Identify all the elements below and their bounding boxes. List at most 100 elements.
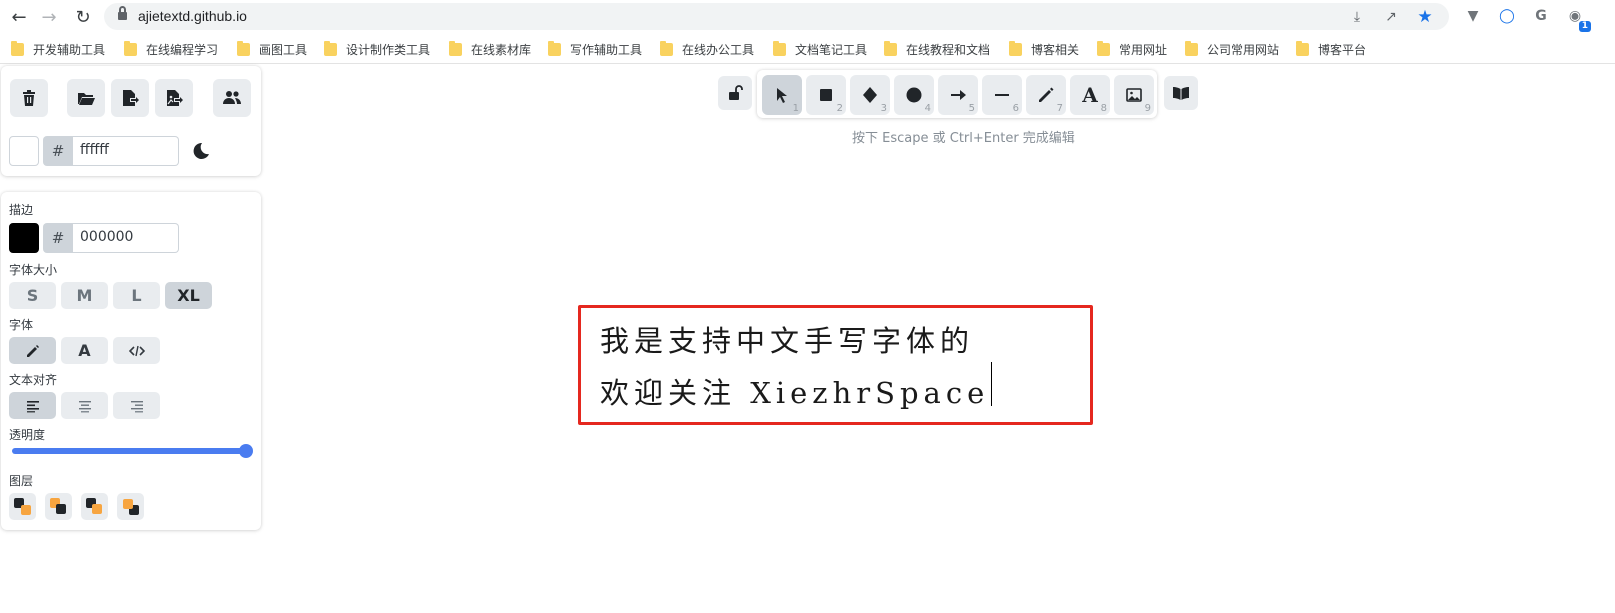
opacity-slider-track[interactable]: [12, 448, 246, 454]
bookmark-folder[interactable]: 在线办公工具: [660, 39, 754, 59]
background-hash-label: #: [43, 136, 73, 166]
text-tool[interactable]: A 8: [1070, 75, 1110, 115]
selection-tool[interactable]: 1: [762, 75, 802, 115]
editing-hint: 按下 Escape 或 Ctrl+Enter 完成编辑: [852, 131, 1075, 146]
ellipse-icon: [906, 87, 922, 103]
extension-e-icon[interactable]: ◯: [1497, 6, 1517, 26]
font-normal-button[interactable]: A: [61, 337, 108, 364]
code-icon: [128, 345, 145, 356]
bookmark-folder[interactable]: 在线编程学习: [124, 39, 218, 59]
text-align-label: 文本对齐: [9, 373, 58, 387]
align-left-button[interactable]: [9, 392, 56, 419]
bookmark-folder[interactable]: 博客相关: [1009, 39, 1079, 59]
bookmark-star-icon[interactable]: ★: [1415, 7, 1435, 27]
align-center-button[interactable]: [61, 392, 108, 419]
bookmarks-bar: 开发辅助工具 在线编程学习 画图工具 设计制作类工具 在线素材库 写作辅助工具 …: [0, 34, 1615, 64]
bring-to-front-button[interactable]: [117, 493, 144, 520]
url-text: ajietextd.github.io: [138, 8, 247, 24]
lock-tool-button[interactable]: [718, 76, 752, 110]
save-file-button[interactable]: [111, 79, 149, 117]
font-size-l-button[interactable]: L: [113, 282, 160, 309]
line-tool[interactable]: 6: [982, 75, 1022, 115]
trash-icon: [23, 90, 35, 106]
font-code-button[interactable]: [113, 337, 160, 364]
font-size-xl-button[interactable]: XL: [165, 282, 212, 309]
open-file-button[interactable]: [67, 79, 105, 117]
bookmark-folder[interactable]: 写作辅助工具: [548, 39, 642, 59]
address-bar[interactable]: ajietextd.github.io ⤓ ↗ ★: [104, 3, 1449, 30]
pencil-icon: [1039, 87, 1054, 102]
bookmark-folder[interactable]: 开发辅助工具: [11, 39, 105, 59]
folder-icon: [324, 40, 337, 56]
bookmark-folder[interactable]: 在线素材库: [449, 39, 531, 59]
reload-icon[interactable]: ↻: [71, 5, 95, 29]
opacity-label: 透明度: [9, 428, 46, 442]
background-color-input[interactable]: ffffff: [73, 136, 179, 166]
rectangle-tool[interactable]: 2: [806, 75, 846, 115]
font-hand-drawn-button[interactable]: [9, 337, 56, 364]
stroke-color-input[interactable]: 000000: [73, 223, 179, 253]
pencil-icon: [26, 344, 39, 357]
bookmark-folder[interactable]: 在线教程和文档: [884, 39, 990, 59]
stroke-color-swatch[interactable]: [9, 223, 39, 253]
export-image-button[interactable]: [155, 79, 193, 117]
library-button[interactable]: [1164, 76, 1198, 110]
image-icon: [1126, 88, 1142, 102]
opacity-slider-thumb[interactable]: [239, 444, 253, 458]
bring-forward-button[interactable]: [81, 493, 108, 520]
file-export-icon: [123, 90, 139, 106]
share-icon[interactable]: ↗: [1381, 7, 1401, 27]
extension-v-icon[interactable]: ▼: [1463, 6, 1483, 26]
font-size-s-button[interactable]: S: [9, 282, 56, 309]
align-right-button[interactable]: [113, 392, 160, 419]
moon-icon[interactable]: [189, 140, 211, 162]
folder-icon: [660, 40, 673, 56]
image-tool[interactable]: 9: [1114, 75, 1154, 115]
send-backward-button[interactable]: [45, 493, 72, 520]
folder-open-icon: [78, 93, 95, 105]
rectangle-icon: [820, 89, 832, 101]
canvas-text-line-1[interactable]: 我是支持中文手写字体的: [600, 318, 974, 360]
stroke-label: 描边: [9, 203, 34, 217]
bookmark-folder[interactable]: 博客平台: [1296, 39, 1366, 59]
diamond-tool[interactable]: 3: [850, 75, 890, 115]
align-right-icon: [130, 400, 143, 412]
folder-icon: [773, 40, 786, 56]
folder-icon: [548, 40, 561, 56]
folder-icon: [1296, 40, 1309, 56]
cursor-icon: [777, 88, 787, 103]
draw-tool[interactable]: 7: [1026, 75, 1066, 115]
bookmark-folder[interactable]: 常用网址: [1097, 39, 1167, 59]
clear-canvas-button[interactable]: [10, 79, 48, 117]
text-caret: [991, 362, 992, 406]
folder-icon: [124, 40, 137, 56]
ellipse-tool[interactable]: 4: [894, 75, 934, 115]
align-center-icon: [78, 400, 91, 412]
bookmark-folder[interactable]: 公司常用网站: [1185, 39, 1279, 59]
stroke-hash-label: #: [43, 223, 73, 253]
extension-puzzle-icon[interactable]: ◉ 1: [1565, 6, 1591, 32]
live-collaboration-button[interactable]: [213, 79, 251, 117]
background-color-swatch[interactable]: [9, 136, 39, 166]
bookmark-folder[interactable]: 设计制作类工具: [324, 39, 430, 59]
folder-icon: [1185, 40, 1198, 56]
extension-badge: 1: [1578, 21, 1591, 32]
unlock-icon: [729, 85, 743, 100]
canvas-text-line-2[interactable]: 欢迎关注 XiezhrSpace: [600, 370, 989, 412]
bookmark-folder[interactable]: 画图工具: [237, 39, 307, 59]
extension-g-icon[interactable]: G: [1531, 6, 1551, 26]
bookmark-folder[interactable]: 文档笔记工具: [773, 39, 867, 59]
font-size-m-button[interactable]: M: [61, 282, 108, 309]
install-app-icon[interactable]: ⤓: [1347, 7, 1367, 27]
users-icon: [223, 91, 241, 104]
send-to-back-button[interactable]: [9, 493, 36, 520]
font-family-label: 字体: [9, 318, 34, 332]
text-a-icon: A: [1082, 83, 1098, 107]
forward-arrow-icon[interactable]: →: [37, 5, 61, 29]
browser-toolbar: ← → ↻ ajietextd.github.io ⤓ ↗ ★ ▼ ◯ G ◉ 1: [0, 0, 1615, 32]
arrow-right-icon: [951, 90, 966, 100]
arrow-tool[interactable]: 5: [938, 75, 978, 115]
folder-icon: [449, 40, 462, 56]
folder-icon: [1097, 40, 1110, 56]
back-arrow-icon[interactable]: ←: [7, 5, 31, 29]
